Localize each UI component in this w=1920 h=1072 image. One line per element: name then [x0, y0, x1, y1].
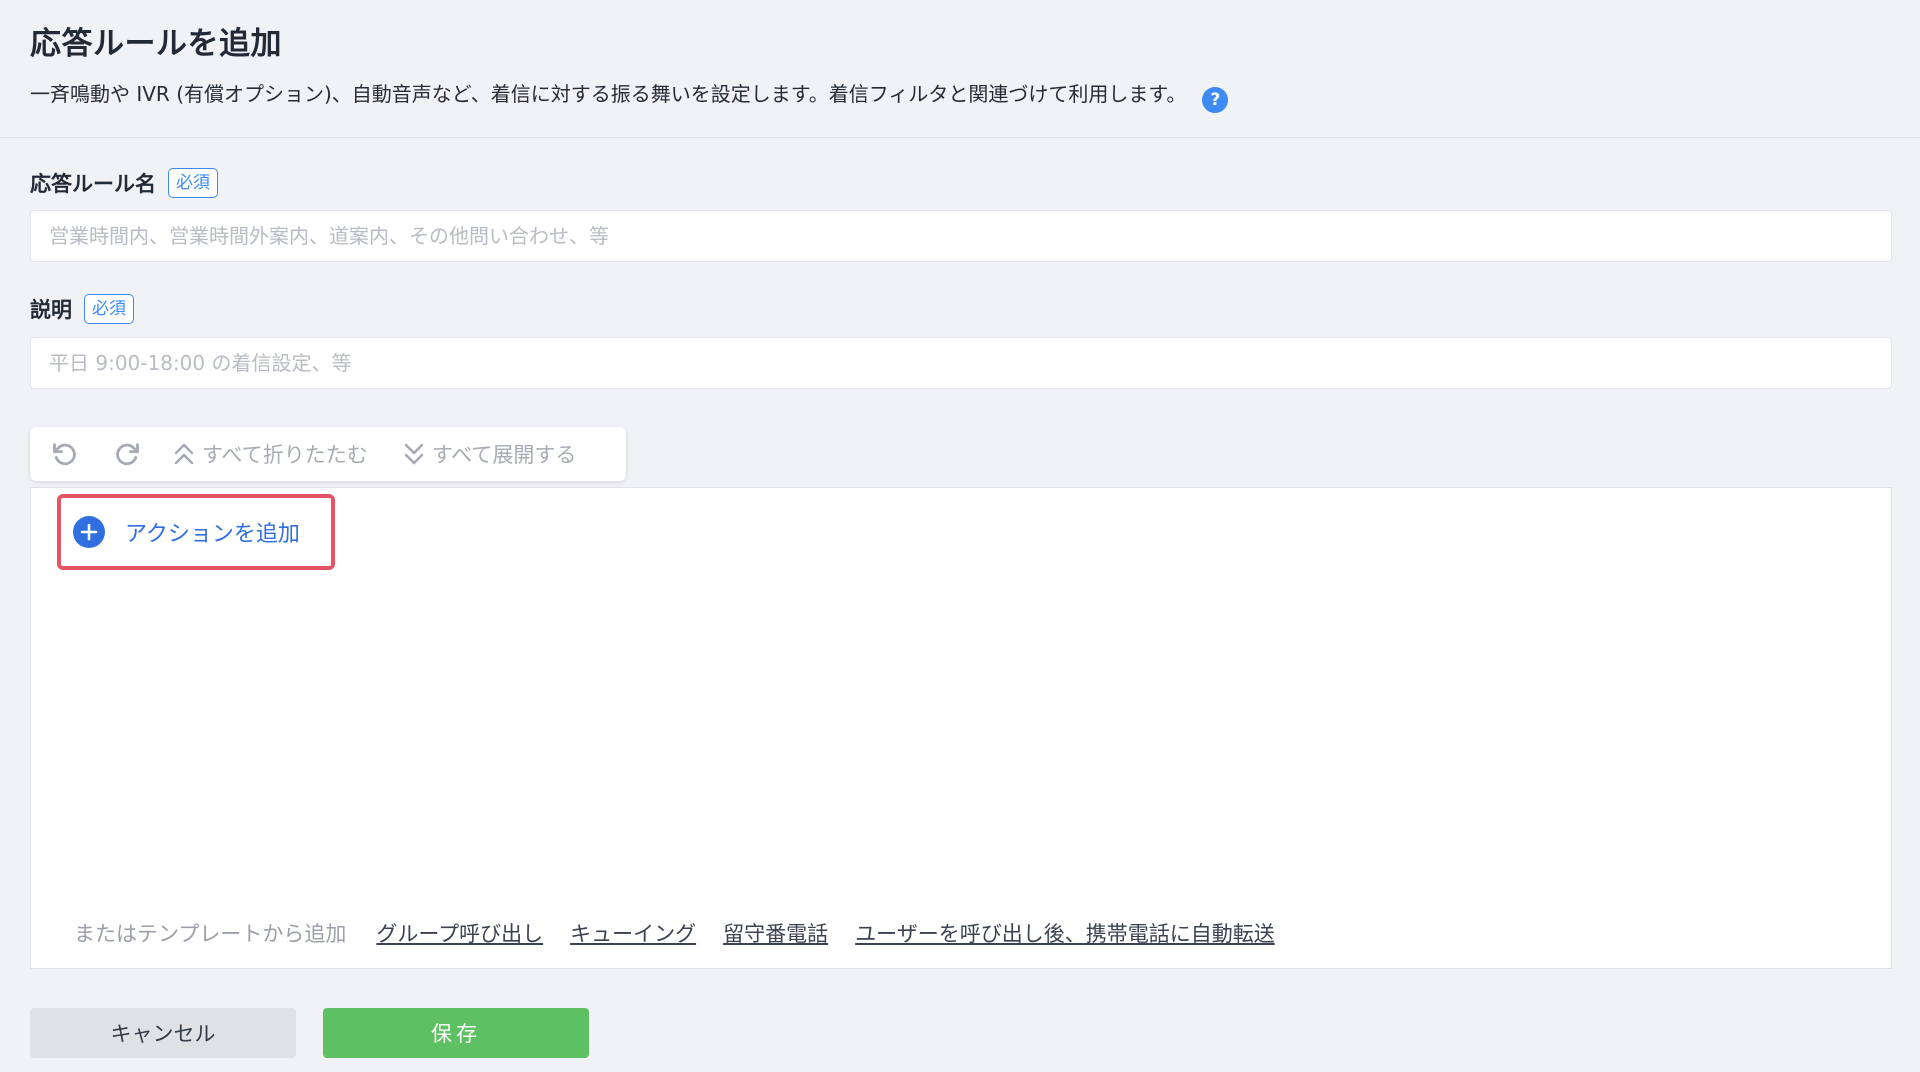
description-text: 一斉鳴動や IVR (有償オプション)、自動音声など、着信に対する振る舞いを設定… — [30, 82, 1187, 106]
description-label-row: 説明 必須 — [30, 294, 134, 324]
rule-name-label-row: 応答ルール名 必須 — [30, 168, 218, 198]
help-icon[interactable]: ? — [1202, 87, 1229, 113]
template-link-forward-to-mobile[interactable]: ユーザーを呼び出し後、携帯電話に自動転送 — [855, 918, 1275, 948]
page-title: 応答ルールを追加 — [30, 26, 282, 62]
template-lead-text: またはテンプレートから追加 — [74, 922, 347, 946]
double-chevron-down-icon — [404, 443, 424, 465]
template-link-group-call[interactable]: グループ呼び出し — [376, 918, 543, 948]
add-action-label: アクションを追加 — [125, 522, 300, 547]
action-editor: アクションを追加 またはテンプレートから追加 グループ呼び出し キューイング 留… — [30, 487, 1892, 969]
rule-name-input[interactable] — [30, 210, 1892, 262]
required-badge: 必須 — [168, 168, 218, 198]
add-action-button[interactable]: アクションを追加 — [57, 494, 335, 570]
cancel-button[interactable]: キャンセル — [30, 1008, 296, 1058]
collapse-all-label: すべて折りたたむ — [202, 443, 368, 467]
rule-name-label: 応答ルール名 — [30, 172, 156, 196]
required-badge: 必須 — [84, 294, 134, 324]
template-row: またはテンプレートから追加 グループ呼び出し キューイング 留守番電話 ユーザー… — [74, 918, 1302, 948]
description-input[interactable] — [30, 337, 1892, 389]
undo-icon[interactable] — [48, 437, 82, 471]
collapse-all-button[interactable]: すべて折りたたむ — [172, 439, 368, 469]
template-link-queueing[interactable]: キューイング — [570, 918, 696, 948]
save-button[interactable]: 保存 — [323, 1008, 589, 1058]
page-description: 一斉鳴動や IVR (有償オプション)、自動音声など、着信に対する振る舞いを設定… — [30, 78, 1229, 113]
description-label: 説明 — [30, 298, 72, 322]
template-link-voicemail[interactable]: 留守番電話 — [723, 918, 828, 948]
expand-all-label: すべて展開する — [431, 443, 577, 467]
plus-circle-icon — [73, 516, 105, 548]
editor-toolbar: すべて折りたたむ すべて展開する — [30, 427, 626, 481]
page-header: 応答ルールを追加 一斉鳴動や IVR (有償オプション)、自動音声など、着信に対… — [0, 0, 1920, 138]
expand-all-button[interactable]: すべて展開する — [402, 439, 577, 469]
redo-icon[interactable] — [110, 437, 144, 471]
double-chevron-up-icon — [174, 443, 194, 465]
